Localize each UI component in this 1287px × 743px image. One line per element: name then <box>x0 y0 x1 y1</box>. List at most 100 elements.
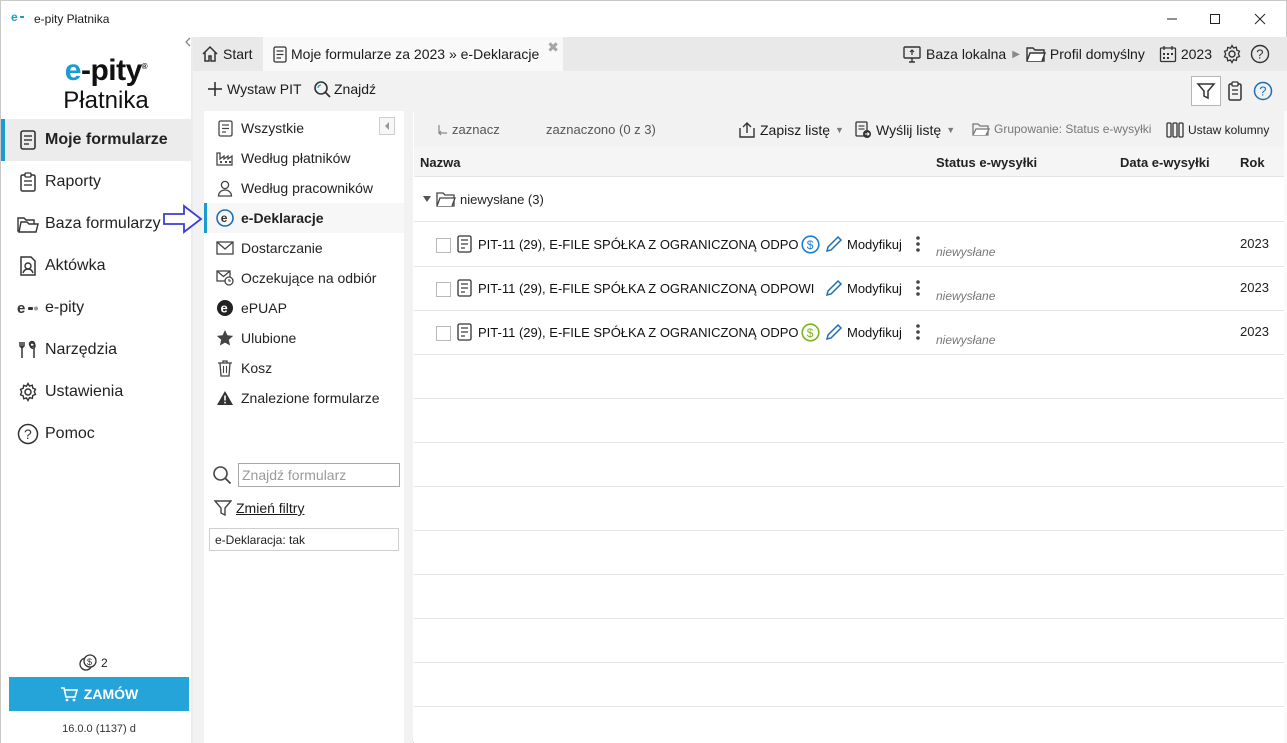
nav-item-e-pity[interactable]: e e-pity <box>1 287 191 329</box>
e-declaration-icon: e <box>216 209 234 227</box>
nav-label: Ustawienia <box>45 383 124 400</box>
row-year: 2023 <box>1240 236 1269 251</box>
context-help-button[interactable]: ? <box>1248 76 1278 106</box>
group-row[interactable]: niewysłane (3) <box>414 177 1284 222</box>
row-name: PIT-11 (29), E-FILE SPÓŁKA Z OGRANICZONĄ… <box>478 325 798 340</box>
nav-item-ustawienia[interactable]: Ustawienia <box>1 371 191 413</box>
set-columns-button[interactable]: Ustaw kolumny <box>1166 122 1269 138</box>
table-row[interactable]: PIT-11 (29), E-FILE SPÓŁKA Z OGRANICZONĄ… <box>414 267 1284 311</box>
close-tab-icon[interactable]: ✖ <box>547 39 559 56</box>
column-header-rok[interactable]: Rok <box>1240 155 1265 170</box>
change-filters-link[interactable]: Zmień filtry <box>214 499 304 517</box>
list-toolbar: zaznacz zaznaczono (0 z 3) Zapisz listę ▼… <box>414 111 1284 147</box>
category-wedlug-pracownikow[interactable]: Według pracowników <box>204 173 404 203</box>
tab-start[interactable]: Start <box>193 37 263 71</box>
row-checkbox[interactable] <box>436 326 451 341</box>
column-header-status[interactable]: Status e-wysyłki <box>936 155 1037 170</box>
column-header-data[interactable]: Data e-wysyłki <box>1120 155 1210 170</box>
nav-item-moje-formularze[interactable]: Moje formularze <box>1 119 191 161</box>
document-icon <box>457 323 472 341</box>
close-button[interactable] <box>1237 1 1283 37</box>
nav-label: e-pity <box>45 299 85 316</box>
category-kosz[interactable]: Kosz <box>204 353 404 383</box>
table-row[interactable]: PIT-11 (29), E-FILE SPÓŁKA Z OGRANICZONĄ… <box>414 223 1284 267</box>
modify-button[interactable]: Modyfikuj <box>825 235 902 253</box>
return-arrow-icon <box>438 124 447 135</box>
collapse-arrow-icon[interactable] <box>184 37 192 47</box>
forms-list: zaznacz zaznaczono (0 z 3) Zapisz listę ▼… <box>414 111 1284 743</box>
app-window: e e-pity Płatnika e-pity® Płatnika Moje … <box>0 0 1287 743</box>
svg-text:e: e <box>17 301 25 315</box>
empty-row <box>414 487 1284 531</box>
svg-text:$: $ <box>807 238 814 252</box>
category-wedlug-platnikow[interactable]: Według płatników <box>204 143 404 173</box>
nav-item-raporty[interactable]: Raporty <box>1 161 191 203</box>
svg-text:$: $ <box>87 657 92 667</box>
issue-pit-button[interactable]: Wystaw PIT <box>206 80 302 98</box>
filter-toggle-button[interactable] <box>1191 76 1221 106</box>
epuap-icon: e <box>216 299 234 317</box>
category-wszystkie[interactable]: Wszystkie <box>204 113 404 143</box>
clipboard-icon <box>17 171 39 193</box>
maximize-button[interactable] <box>1192 1 1238 37</box>
nav-item-pomoc[interactable]: ? Pomoc <box>1 413 191 455</box>
app-logo-icon: e <box>11 11 29 23</box>
category-znalezione[interactable]: Znalezione formularze <box>204 383 404 413</box>
nav-item-aktowka[interactable]: Aktówka <box>1 245 191 287</box>
gear-icon <box>1223 44 1241 64</box>
tab-moje-formularze[interactable]: Moje formularze za 2023 » e-Deklaracje ✖ <box>263 37 563 71</box>
star-icon <box>216 329 234 347</box>
category-oczekujace[interactable]: Oczekujące na odbiór <box>204 263 404 293</box>
category-e-deklaracje[interactable]: e e-Deklaracje <box>204 203 404 233</box>
more-options-icon[interactable] <box>915 235 921 253</box>
grouping-button[interactable]: Grupowanie: Status e-wysyłki <box>972 122 1151 136</box>
send-list-button[interactable]: Wyślij listę ▼ <box>854 121 955 139</box>
search-input[interactable] <box>238 463 400 487</box>
svg-text:?: ? <box>1256 47 1263 62</box>
folder-icon <box>1026 47 1046 62</box>
modify-button[interactable]: Modyfikuj <box>825 323 902 341</box>
minimize-button[interactable] <box>1149 1 1195 37</box>
order-button[interactable]: ZAMÓW <box>9 677 189 711</box>
select-toggle[interactable]: zaznacz <box>436 122 500 137</box>
row-checkbox[interactable] <box>436 238 451 253</box>
nav-item-narzedzia[interactable]: Narzędzia <box>1 329 191 371</box>
table-row[interactable]: PIT-11 (29), E-FILE SPÓŁKA Z OGRANICZONĄ… <box>414 311 1284 355</box>
category-epuap[interactable]: e ePUAP <box>204 293 404 323</box>
expand-triangle-icon <box>423 196 431 202</box>
folder-icon <box>972 123 990 136</box>
profile-selector[interactable]: Profil domyślny <box>1026 46 1145 62</box>
find-button[interactable]: Znajdź <box>313 80 376 98</box>
clipboard-panel-button[interactable] <box>1220 76 1250 106</box>
home-icon <box>201 45 219 63</box>
more-options-icon[interactable] <box>915 279 921 297</box>
clipboard-icon <box>1228 81 1242 101</box>
empty-row <box>414 575 1284 619</box>
person-icon <box>216 179 234 197</box>
selection-count: zaznaczono (0 z 3) <box>546 122 656 137</box>
column-header-nazwa[interactable]: Nazwa <box>420 155 460 170</box>
category-ulubione[interactable]: Ulubione <box>204 323 404 353</box>
help-icon: ? <box>1250 44 1270 64</box>
database-selector[interactable]: Baza lokalna ▶ <box>902 45 1020 63</box>
row-checkbox[interactable] <box>436 282 451 297</box>
active-filter-chip: e-Deklaracja: tak <box>209 528 399 551</box>
svg-text:e: e <box>11 11 18 23</box>
more-options-icon[interactable] <box>915 323 921 341</box>
row-name: PIT-11 (29), E-FILE SPÓŁKA Z OGRANICZONĄ… <box>478 237 798 252</box>
category-dostarczanie[interactable]: Dostarczanie <box>204 233 404 263</box>
modify-button[interactable]: Modyfikuj <box>825 279 902 297</box>
year-selector[interactable]: 2023 <box>1159 45 1212 63</box>
empty-row <box>414 443 1284 487</box>
filter-icon <box>1196 83 1216 100</box>
help-button[interactable]: ? <box>1250 44 1274 64</box>
svg-text:$: $ <box>807 326 814 340</box>
settings-button[interactable] <box>1222 44 1246 64</box>
dropdown-arrow-icon: ▼ <box>835 125 844 135</box>
save-list-button[interactable]: Zapisz listę ▼ <box>738 121 844 139</box>
nav-label: Aktówka <box>45 257 106 274</box>
form-categories-panel: Wszystkie Według płatników Według pracow… <box>204 111 404 743</box>
plus-icon <box>208 82 222 96</box>
help-icon: ? <box>1253 81 1273 101</box>
envelope-icon <box>216 239 234 257</box>
